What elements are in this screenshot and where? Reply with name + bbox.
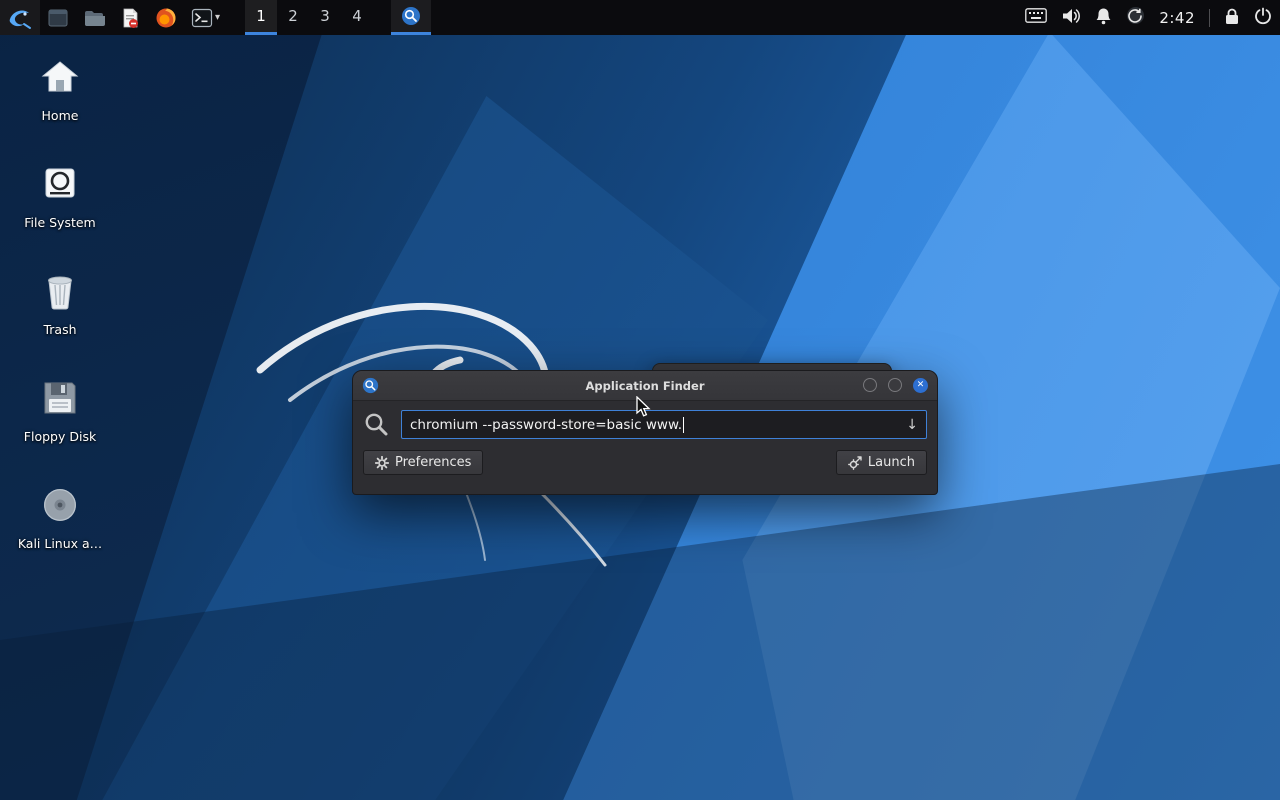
workspace-3[interactable]: 3	[309, 0, 341, 35]
keyboard-indicator[interactable]	[1025, 8, 1048, 27]
window-title: Application Finder	[585, 378, 705, 393]
logout-button[interactable]	[1254, 7, 1272, 29]
lock-icon	[1226, 8, 1238, 24]
panel-left-group: ▾ 1 2 3 4	[0, 0, 432, 35]
desktop-icon-label: File System	[24, 215, 96, 230]
floppy-disk-icon	[44, 382, 76, 414]
bell-icon	[1096, 8, 1111, 24]
desktop-icon-trash[interactable]: Trash	[12, 260, 108, 367]
close-button[interactable]: ✕	[913, 378, 928, 393]
launcher-window-button[interactable]	[40, 0, 76, 35]
search-icon	[365, 413, 388, 436]
search-input-text: chromium --password-store=basic www.	[410, 416, 683, 433]
power-icon	[1255, 7, 1271, 24]
top-panel: ▾ 1 2 3 4 2:42	[0, 0, 1280, 35]
notifications-indicator[interactable]	[1095, 7, 1112, 29]
trash-icon	[48, 276, 72, 310]
preferences-label: Preferences	[395, 455, 472, 470]
workspace-2[interactable]: 2	[277, 0, 309, 35]
launch-button[interactable]: Launch	[835, 450, 927, 475]
titlebar[interactable]: Application Finder ✕	[353, 371, 937, 401]
refresh-icon	[1127, 7, 1145, 24]
application-finder-window: Application Finder ✕ chromium --password…	[352, 370, 938, 495]
terminal-dropdown-caret-icon[interactable]: ▾	[215, 12, 220, 23]
folder-icon	[85, 10, 105, 26]
desktop-icon-label: Home	[41, 108, 79, 123]
window-app-icon	[362, 377, 379, 394]
keyboard-icon	[1025, 8, 1048, 23]
application-finder-icon	[402, 7, 421, 25]
launcher-terminal-button[interactable]: ▾	[184, 0, 227, 35]
launch-label: Launch	[867, 455, 915, 470]
launcher-files-button[interactable]	[76, 0, 112, 35]
file-system-icon	[45, 168, 75, 198]
desktop-icon-file-system[interactable]: File System	[12, 153, 108, 260]
firefox-icon	[156, 8, 176, 27]
desktop-icon-column: Home File System Trash Floppy Disk Kali …	[12, 46, 108, 581]
launch-icon	[848, 455, 862, 470]
minimize-button[interactable]	[863, 378, 877, 392]
workspace-1[interactable]: 1	[245, 0, 278, 35]
desktop-icon-label: Kali Linux a…	[17, 536, 103, 551]
desktop-icon-floppy-disk[interactable]: Floppy Disk	[12, 367, 108, 474]
gear-icon	[375, 455, 389, 470]
dropdown-arrow-icon[interactable]: ↓	[898, 417, 918, 433]
finder-body: chromium --password-store=basic www. ↓ P…	[353, 401, 937, 483]
updates-indicator[interactable]	[1126, 6, 1145, 29]
lock-screen-button[interactable]	[1224, 7, 1240, 29]
workspace-4[interactable]: 4	[341, 0, 373, 35]
panel-separator	[1209, 8, 1210, 27]
volume-indicator[interactable]	[1061, 7, 1081, 29]
desktop-icon-home[interactable]: Home	[12, 46, 108, 153]
kali-disc-icon	[44, 489, 76, 521]
search-input[interactable]: chromium --password-store=basic www. ↓	[401, 410, 927, 439]
launcher-editor-button[interactable]	[112, 0, 148, 35]
terminal-icon	[191, 8, 213, 27]
window-icon	[48, 9, 68, 26]
maximize-button[interactable]	[888, 378, 902, 392]
clock[interactable]: 2:42	[1159, 9, 1195, 27]
taskbar-application-finder-button[interactable]	[391, 0, 432, 35]
preferences-button[interactable]: Preferences	[363, 450, 484, 475]
applications-menu-button[interactable]	[0, 0, 40, 35]
panel-right-group: 2:42	[1025, 0, 1280, 35]
desktop-icon-kali-docs[interactable]: Kali Linux a…	[12, 474, 108, 581]
desktop-icon-label: Floppy Disk	[23, 429, 97, 444]
volume-icon	[1063, 8, 1081, 23]
home-icon	[41, 61, 79, 92]
text-editor-icon	[123, 8, 138, 28]
launcher-firefox-button[interactable]	[148, 0, 184, 35]
desktop-icon-label: Trash	[43, 322, 77, 337]
text-caret	[683, 416, 685, 433]
kali-logo-icon	[9, 10, 31, 29]
